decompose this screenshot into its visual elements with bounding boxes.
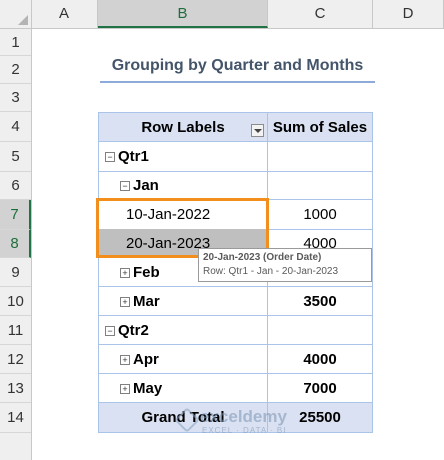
pivot-row-label: Qtr1 <box>118 148 149 165</box>
expand-icon[interactable]: + <box>120 355 130 366</box>
pivot-value-10-jan-2022[interactable]: 1000 <box>268 200 373 230</box>
pivot-row-label: Qtr2 <box>118 322 149 339</box>
row-header-11[interactable]: 11 <box>0 316 31 345</box>
filter-dropdown-icon[interactable] <box>251 124 264 137</box>
grand-total-value[interactable]: 25500 <box>268 403 373 433</box>
pivot-row-label: May <box>133 380 163 397</box>
collapse-icon[interactable]: − <box>105 152 115 163</box>
pivot-row-label: Feb <box>133 264 160 281</box>
column-header-c[interactable]: C <box>268 0 373 28</box>
tooltip-title: 20-Jan-2023 (Order Date) <box>203 252 322 263</box>
row-header-12[interactable]: 12 <box>0 345 31 374</box>
row-header-6[interactable]: 6 <box>0 172 31 200</box>
pivot-header-sum-of-sales[interactable]: Sum of Sales <box>268 112 373 142</box>
pivot-row-jan[interactable]: − Jan <box>98 172 268 200</box>
pivot-value-qtr2[interactable] <box>268 316 373 345</box>
pivot-value-may[interactable]: 7000 <box>268 374 373 403</box>
pivot-row-qtr1[interactable]: − Qtr1 <box>98 142 268 172</box>
select-all-corner[interactable] <box>0 0 32 28</box>
tooltip-detail: Row: Qtr1 - Jan - 20-Jan-2023 <box>203 266 339 277</box>
pivot-value-apr[interactable]: 4000 <box>268 345 373 374</box>
pivot-value-jan[interactable] <box>268 172 373 200</box>
pivot-row-mar[interactable]: + Mar <box>98 287 268 316</box>
pivot-row-label: Apr <box>133 351 159 368</box>
pivot-value-mar[interactable]: 3500 <box>268 287 373 316</box>
row-header-bar: 1 2 3 4 5 6 7 8 9 10 11 12 13 14 <box>0 29 32 460</box>
row-header-7[interactable]: 7 <box>0 200 31 230</box>
pivot-row-may[interactable]: + May <box>98 374 268 403</box>
pivot-row-10-jan-2022[interactable]: 10-Jan-2022 <box>98 200 268 230</box>
row-labels-text: Row Labels <box>141 119 225 136</box>
pivot-row-label: Mar <box>133 293 160 310</box>
column-header-a[interactable]: A <box>31 0 98 28</box>
expand-icon[interactable]: + <box>120 297 130 308</box>
pivot-row-qtr2[interactable]: − Qtr2 <box>98 316 268 345</box>
row-header-9[interactable]: 9 <box>0 258 31 287</box>
row-header-5[interactable]: 5 <box>0 142 31 172</box>
collapse-icon[interactable]: − <box>105 326 115 337</box>
sheet-title[interactable]: Grouping by Quarter and Months <box>100 57 375 75</box>
row-header-4[interactable]: 4 <box>0 112 31 142</box>
row-header-1[interactable]: 1 <box>0 29 31 56</box>
title-underline <box>100 81 375 83</box>
collapse-icon[interactable]: − <box>120 181 130 192</box>
grand-total-label[interactable]: Grand Total <box>98 403 268 433</box>
pivot-header-row-labels[interactable]: Row Labels <box>98 112 268 142</box>
row-header-10[interactable]: 10 <box>0 287 31 316</box>
select-all-triangle-icon <box>18 15 28 25</box>
row-header-13[interactable]: 13 <box>0 374 31 403</box>
pivot-row-apr[interactable]: + Apr <box>98 345 268 374</box>
row-header-14[interactable]: 14 <box>0 403 31 433</box>
expand-icon[interactable]: + <box>120 268 130 279</box>
pivot-row-label: Jan <box>133 177 159 194</box>
column-header-d[interactable]: D <box>373 0 444 28</box>
row-header-8[interactable]: 8 <box>0 230 31 258</box>
column-header-b[interactable]: B <box>98 0 268 28</box>
row-header-2[interactable]: 2 <box>0 56 31 84</box>
pivot-value-qtr1[interactable] <box>268 142 373 172</box>
pivot-tooltip: 20-Jan-2023 (Order Date) Row: Qtr1 - Jan… <box>198 248 372 282</box>
expand-icon[interactable]: + <box>120 384 130 395</box>
row-header-3[interactable]: 3 <box>0 84 31 112</box>
